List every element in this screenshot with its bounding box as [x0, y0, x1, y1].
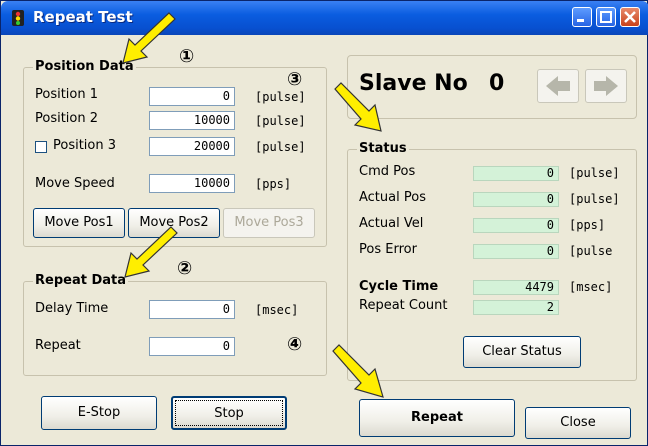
- annotation-arrow-4-icon: [332, 344, 384, 398]
- actual-pos-label: Actual Pos: [359, 190, 426, 205]
- delay-time-unit: [msec]: [255, 303, 299, 317]
- position-1-input[interactable]: 0: [149, 87, 235, 106]
- annotation-marker-3: ③: [287, 69, 303, 90]
- pos-error-unit: [pulse: [569, 244, 613, 258]
- repeat-count-label: Repeat Count: [359, 298, 448, 313]
- slave-no-value: 0: [489, 71, 505, 96]
- repeat-label: Repeat: [35, 338, 81, 353]
- arrow-right-icon: [594, 76, 618, 96]
- repeat-count-value: 2: [473, 300, 559, 315]
- repeat-data-group: [23, 281, 327, 376]
- move-pos3-button[interactable]: Move Pos3: [223, 208, 315, 238]
- close-button[interactable]: Close: [525, 407, 631, 439]
- annotation-arrow-3-icon: [334, 82, 382, 132]
- actual-vel-unit: [pps]: [569, 218, 606, 232]
- status-title: Status: [357, 141, 409, 156]
- title-bar[interactable]: Repeat Test: [1, 1, 648, 35]
- move-speed-label: Move Speed: [35, 176, 115, 191]
- maximize-button[interactable]: [596, 7, 616, 27]
- annotation-marker-4: ④: [287, 334, 303, 355]
- cmd-pos-label: Cmd Pos: [359, 164, 416, 179]
- pos-error-value: 0: [473, 244, 559, 259]
- arrow-left-icon: [546, 76, 570, 96]
- minimize-button[interactable]: [572, 7, 592, 27]
- position-1-unit: [pulse]: [255, 90, 306, 104]
- annotation-arrow-1-icon: [122, 12, 176, 64]
- move-speed-input[interactable]: 10000: [149, 174, 235, 193]
- close-window-button[interactable]: [620, 7, 640, 27]
- repeat-input[interactable]: 0: [149, 337, 235, 356]
- e-stop-button[interactable]: E-Stop: [41, 396, 157, 430]
- actual-vel-value: 0: [473, 218, 559, 233]
- position-2-label: Position 2: [35, 111, 99, 126]
- delay-time-label: Delay Time: [35, 301, 109, 316]
- maximize-icon: [600, 11, 612, 23]
- delay-time-input[interactable]: 0: [149, 300, 235, 319]
- cycle-time-label: Cycle Time: [359, 279, 439, 294]
- move-pos1-button[interactable]: Move Pos1: [33, 208, 125, 238]
- next-slave-button[interactable]: [585, 69, 627, 103]
- position-3-checkbox[interactable]: [35, 141, 47, 153]
- annotation-arrow-2-icon: [124, 226, 178, 278]
- cycle-time-unit: [msec]: [569, 280, 613, 294]
- close-icon: [624, 11, 636, 23]
- repeat-test-window: Repeat Test Position Data Position 1 0 […: [0, 0, 648, 446]
- position-1-label: Position 1: [35, 87, 99, 102]
- position-3-label: Position 3: [53, 138, 117, 153]
- position-3-unit: [pulse]: [255, 140, 306, 154]
- actual-pos-value: 0: [473, 192, 559, 207]
- stop-button[interactable]: Stop: [171, 396, 287, 430]
- position-2-unit: [pulse]: [255, 114, 306, 128]
- cmd-pos-unit: [pulse]: [569, 166, 620, 180]
- position-3-input[interactable]: 20000: [149, 137, 235, 156]
- pos-error-label: Pos Error: [359, 242, 417, 257]
- cmd-pos-value: 0: [473, 166, 559, 181]
- previous-slave-button[interactable]: [537, 69, 579, 103]
- cycle-time-value: 4479: [473, 280, 559, 295]
- actual-pos-unit: [pulse]: [569, 192, 620, 206]
- minimize-icon: [577, 19, 584, 22]
- actual-vel-label: Actual Vel: [359, 216, 424, 231]
- annotation-marker-1: ①: [179, 46, 195, 67]
- position-2-input[interactable]: 10000: [149, 111, 235, 130]
- app-icon: [12, 10, 24, 26]
- move-speed-unit: [pps]: [255, 177, 292, 191]
- clear-status-button[interactable]: Clear Status: [463, 336, 581, 368]
